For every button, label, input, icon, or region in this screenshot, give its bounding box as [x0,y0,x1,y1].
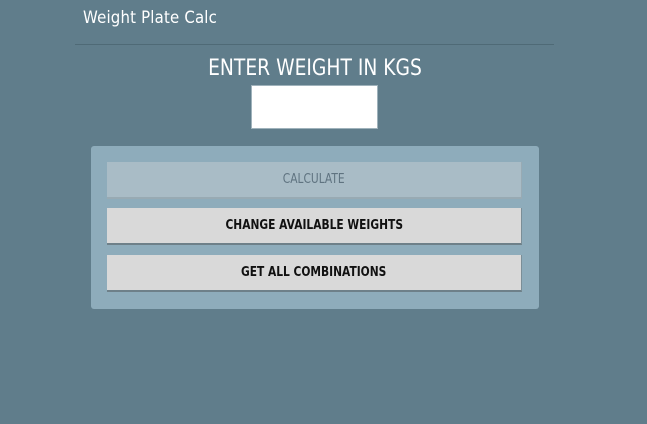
weight-prompt-heading: ENTER WEIGHT IN KGS [208,56,422,81]
get-all-combinations-button[interactable]: GET ALL COMBINATIONS [107,255,522,292]
calculate-button-label: CALCULATE [283,172,345,187]
app-page: Weight Plate Calc ENTER WEIGHT IN KGS CA… [0,0,647,424]
weight-input[interactable] [251,85,378,129]
app-header: Weight Plate Calc [75,0,554,45]
change-available-weights-button[interactable]: CHANGE AVAILABLE WEIGHTS [107,208,522,245]
all-combinations-button-label: GET ALL COMBINATIONS [241,265,387,280]
calculate-button[interactable]: CALCULATE [107,162,522,199]
app-title: Weight Plate Calc [83,8,218,28]
actions-panel: CALCULATE CHANGE AVAILABLE WEIGHTS GET A… [91,146,539,309]
change-weights-button-label: CHANGE AVAILABLE WEIGHTS [225,218,403,233]
